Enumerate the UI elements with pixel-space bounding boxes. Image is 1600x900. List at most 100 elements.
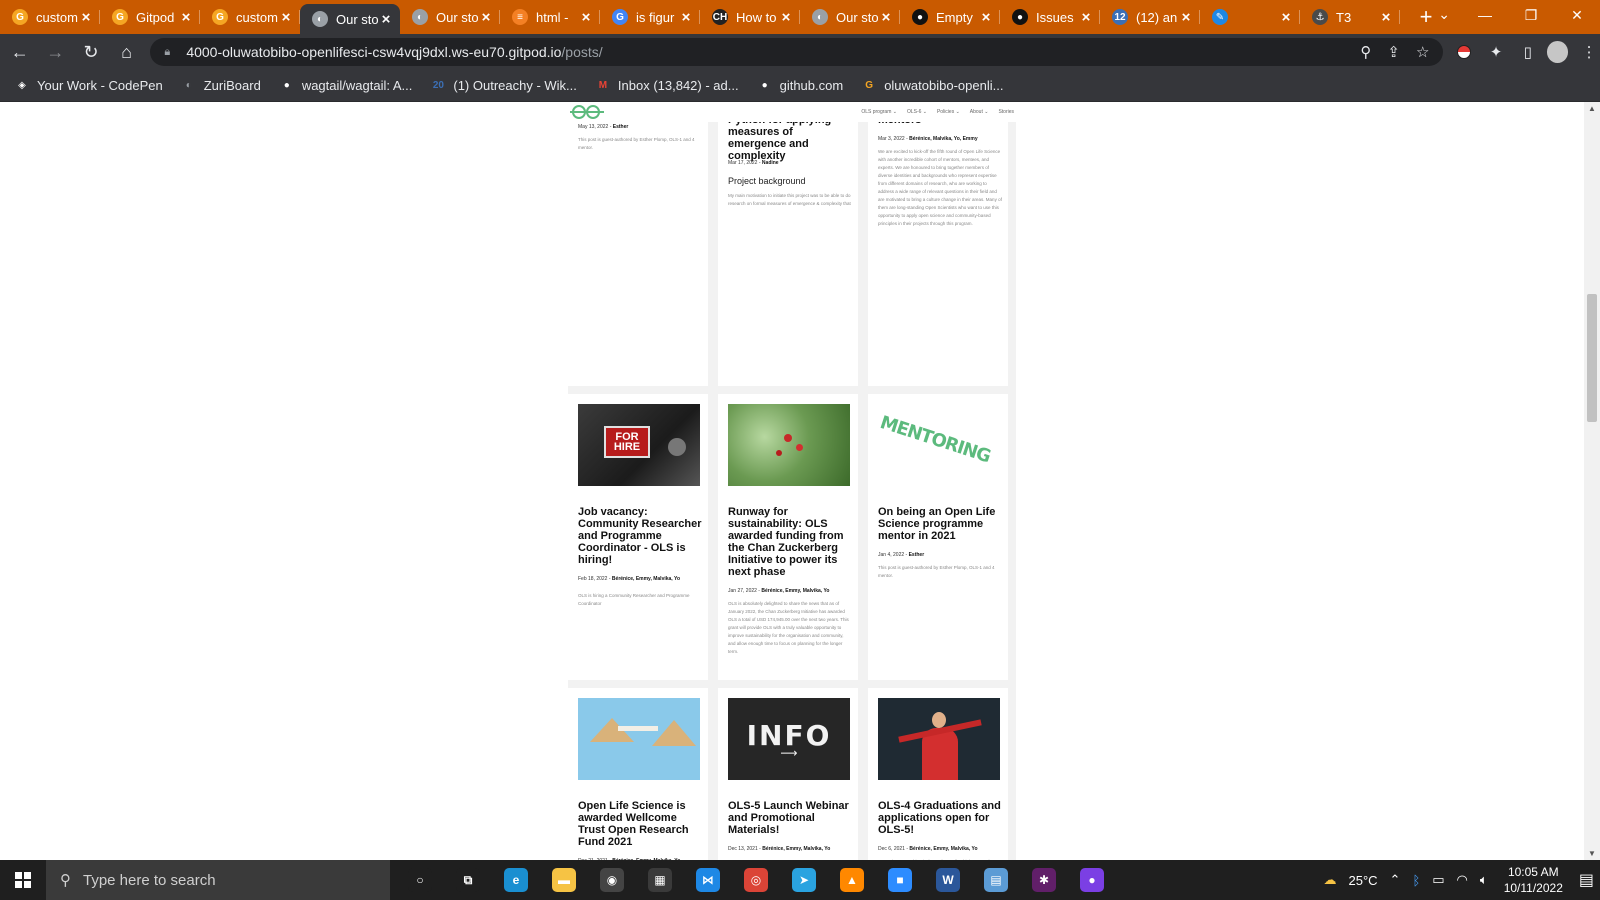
bookmark-item[interactable]: ◈ Your Work - CodePen <box>14 78 163 94</box>
browser-tab[interactable]: Gcustom × <box>0 0 100 34</box>
close-tab-icon[interactable]: × <box>178 9 194 26</box>
close-tab-icon[interactable]: × <box>578 9 594 26</box>
post-thumbnail[interactable]: INFO ⟶ <box>728 698 850 780</box>
site-nav-item[interactable]: OLS program ⌄ <box>861 109 897 115</box>
browser-tab[interactable]: ◐ Our sto × <box>800 0 900 34</box>
bookmark-item[interactable]: M Inbox (13,842) - ad... <box>595 78 739 94</box>
post-authors[interactable]: Bérénice, Emmy, Malvika, Yo <box>761 588 829 594</box>
bookmark-star-icon[interactable]: ☆ <box>1416 43 1429 61</box>
close-tab-icon[interactable]: × <box>478 9 494 26</box>
post-thumbnail[interactable] <box>878 698 1000 780</box>
browser-tab[interactable]: ⚓ T3 × <box>1300 0 1400 34</box>
browser-tab[interactable]: G Gitpod × <box>100 0 200 34</box>
slack-icon[interactable]: ✱ <box>1020 860 1068 900</box>
telegram-icon[interactable]: ➤ <box>780 860 828 900</box>
side-panel-icon[interactable]: ▯ <box>1517 41 1539 63</box>
post-authors[interactable]: Bérénice, Emmy, Malvika, Yo <box>612 576 680 582</box>
reload-icon[interactable]: ↻ <box>75 36 107 68</box>
browser-tab[interactable]: ≡ html - × <box>500 0 600 34</box>
close-tab-icon[interactable]: × <box>278 9 294 26</box>
scroll-up-icon[interactable]: ▲ <box>1584 104 1600 113</box>
close-tab-icon[interactable]: × <box>1378 9 1394 26</box>
minimize-icon[interactable]: — <box>1462 0 1508 30</box>
post-authors[interactable]: Esther <box>613 124 629 130</box>
page-scrollbar[interactable]: ▲ ▼ <box>1584 102 1600 860</box>
bluetooth-icon[interactable]: ᛒ <box>1412 873 1420 888</box>
scrollbar-thumb[interactable] <box>1587 294 1597 422</box>
clock[interactable]: 10:05 AM 10/11/2022 <box>1504 864 1563 896</box>
close-tab-icon[interactable]: × <box>1178 9 1194 26</box>
post-title[interactable]: OLS-5 Launch Webinar and Promotional Mat… <box>728 800 852 836</box>
close-tab-icon[interactable]: × <box>878 9 894 26</box>
post-card[interactable]: FOR HIRE Job vacancy: Community Research… <box>568 394 708 680</box>
post-card[interactable]: Meet our fifth cohort of project leads a… <box>868 102 1008 386</box>
browser-tab[interactable]: CH How to × <box>700 0 800 34</box>
vlc-icon[interactable]: ▲ <box>828 860 876 900</box>
restore-icon[interactable]: ❐ <box>1508 0 1554 30</box>
browser-tab[interactable]: ✎ × <box>1200 0 1300 34</box>
tray-chevron-icon[interactable]: ⌃ <box>1390 872 1401 888</box>
post-card[interactable]: INFO ⟶ OLS-5 Launch Webinar and Promotion… <box>718 688 858 860</box>
post-authors[interactable]: Nadine <box>762 160 779 166</box>
ols-logo[interactable] <box>570 104 604 120</box>
notifications-icon[interactable]: ▤ <box>1579 870 1594 890</box>
bookmark-item[interactable]: ◐ ZuriBoard <box>181 78 261 94</box>
post-thumbnail[interactable] <box>578 698 700 780</box>
address-bar[interactable]: 🔒︎ 4000-oluwatobibo-openlifesci-csw4vqj9… <box>150 38 1444 66</box>
post-card[interactable]: Open Life Science is awarded Wellcome Tr… <box>568 688 708 860</box>
github-desktop-icon[interactable]: ● <box>1068 860 1116 900</box>
post-authors[interactable]: Bérénice, Emmy, Malvika, Yo <box>909 846 977 852</box>
close-tab-icon[interactable]: × <box>978 9 994 26</box>
browser-tab[interactable]: Gis figur × <box>600 0 700 34</box>
menu-icon[interactable]: ⋮ <box>1578 41 1600 63</box>
multitask-icon[interactable]: ⧉ <box>444 860 492 900</box>
browser-tab[interactable]: 12 (12) an × <box>1100 0 1200 34</box>
bookmark-item[interactable]: 20 (1) Outreachy - Wik... <box>430 78 577 94</box>
post-card[interactable]: MENTORING On being an Open Life Science p… <box>868 394 1008 680</box>
bookmark-item[interactable]: ● wagtail/wagtail: A... <box>279 78 413 94</box>
lock-icon[interactable]: 🔒︎ <box>164 46 176 58</box>
post-card[interactable]: OLS-4 speed blog: Developing a library i… <box>718 102 858 386</box>
post-authors[interactable]: Bérénice, Emmy, Malvika, Yo <box>762 846 830 852</box>
close-tab-icon[interactable]: × <box>778 9 794 26</box>
task-view-icon[interactable]: ○ <box>396 860 444 900</box>
close-tab-icon[interactable]: × <box>78 9 94 26</box>
file-explorer-icon[interactable]: ▬ <box>540 860 588 900</box>
share-icon[interactable]: ⇪ <box>1387 43 1400 61</box>
post-card[interactable]: Runway for sustainability: OLS awarded f… <box>718 394 858 680</box>
back-icon[interactable]: ← <box>4 36 36 68</box>
close-window-icon[interactable]: ✕ <box>1554 0 1600 30</box>
browser-tab[interactable]: ◐ Our sto × <box>400 0 500 34</box>
zoom-icon[interactable]: ■ <box>876 860 924 900</box>
browser-tab[interactable]: ● Empty × <box>900 0 1000 34</box>
post-title[interactable]: Runway for sustainability: OLS awarded f… <box>728 506 852 578</box>
files-icon[interactable]: ▤ <box>972 860 1020 900</box>
post-thumbnail[interactable]: MENTORING <box>878 404 1000 486</box>
weather-icon[interactable]: ☁ <box>1323 872 1336 888</box>
zoom-icon[interactable]: ⚲ <box>1360 43 1371 61</box>
obs-icon[interactable]: ◉ <box>588 860 636 900</box>
volume-icon[interactable]: 🔈︎ <box>1480 872 1488 888</box>
close-tab-icon[interactable]: × <box>1278 9 1294 26</box>
post-authors[interactable]: Bérénice, Malvika, Yo, Emmy <box>909 136 977 142</box>
chrome-icon[interactable]: ◎ <box>732 860 780 900</box>
word-icon[interactable]: W <box>924 860 972 900</box>
post-card[interactable]: Open Science should not be a hobbyMay 13… <box>568 102 708 386</box>
post-title[interactable]: Job vacancy: Community Researcher and Pr… <box>578 506 702 566</box>
bookmark-item[interactable]: Goluwatobibo-openli... <box>861 78 1003 94</box>
site-nav-item[interactable]: Stories <box>998 109 1014 115</box>
site-nav-item[interactable]: OLS-6 ⌄ <box>907 109 927 115</box>
close-tab-icon[interactable]: × <box>378 11 394 28</box>
browser-tab[interactable]: ◐ Our sto × <box>300 4 400 34</box>
site-nav-item[interactable]: About ⌄ <box>970 109 989 115</box>
site-nav-item[interactable]: Policies ⌄ <box>937 109 960 115</box>
post-authors[interactable]: Esther <box>909 552 925 558</box>
tab-search-icon[interactable]: ⌄ <box>1438 6 1450 23</box>
post-title[interactable]: On being an Open Life Science programme … <box>878 506 1002 542</box>
store-icon[interactable]: ▦ <box>636 860 684 900</box>
post-thumbnail[interactable] <box>728 404 850 486</box>
post-title[interactable]: OLS-4 Graduations and applications open … <box>878 800 1002 836</box>
weather-temp[interactable]: 25°C <box>1348 873 1377 888</box>
edge-icon[interactable]: e <box>492 860 540 900</box>
browser-tab[interactable]: Gcustom × <box>200 0 300 34</box>
